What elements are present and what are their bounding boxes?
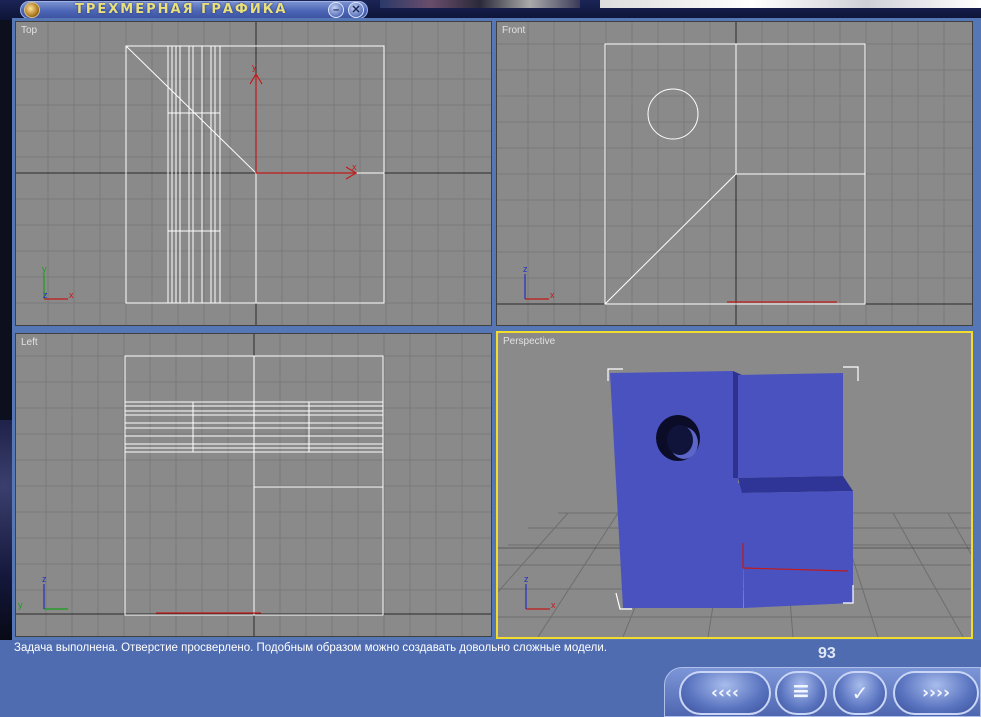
perspective-view-drawing <box>498 366 971 637</box>
viewport-label-perspective: Perspective <box>503 336 556 347</box>
top-view-drawing: x y <box>16 22 491 325</box>
title-bar: ТРЕХМЕРНАЯ ГРАФИКА – ✕ <box>0 0 981 20</box>
window-title: ТРЕХМЕРНАЯ ГРАФИКА <box>75 2 288 17</box>
forward-button[interactable]: ›››› <box>893 671 979 715</box>
left-axis-z-label: z <box>42 574 47 584</box>
check-button[interactable]: ✓ <box>833 671 887 715</box>
top-axis-y-label: y <box>42 264 47 274</box>
page-number: 93 <box>818 645 836 662</box>
app-icon[interactable] <box>24 2 40 18</box>
taskbar-thumbnails <box>380 0 580 8</box>
l-block-object <box>610 371 853 608</box>
back-button[interactable]: ‹‹‹‹ <box>679 671 771 715</box>
front-axis-x-label: x <box>550 290 555 300</box>
viewport-front[interactable]: Front x z <box>496 21 973 326</box>
perspective-axis-z-label: z <box>524 574 529 584</box>
taskbar-thumbnails-right <box>600 0 981 8</box>
front-axis-z-label: z <box>523 264 528 274</box>
viewport-label-top: Top <box>21 25 38 36</box>
left-view-drawing <box>16 334 491 636</box>
top-gizmo-y-label: y <box>252 62 257 72</box>
minimize-button[interactable]: – <box>328 2 344 18</box>
navigation-bar: ‹‹‹‹ ≡ ✓ ›››› <box>664 667 981 717</box>
viewport-label-front: Front <box>502 25 526 36</box>
perspective-axis-x-label: x <box>551 600 556 610</box>
top-axis-z-label: z <box>43 290 48 300</box>
menu-button[interactable]: ≡ <box>775 671 827 715</box>
left-axis-y-label: y <box>18 600 23 610</box>
viewport-label-left: Left <box>21 337 38 348</box>
front-view-drawing <box>497 22 972 325</box>
status-panel: Задача выполнена. Отверстие просверлено.… <box>0 640 981 717</box>
top-gizmo-x-label: x <box>352 162 357 172</box>
status-message: Задача выполнена. Отверстие просверлено.… <box>14 642 608 654</box>
viewport-top[interactable]: x y Top x y z <box>15 21 492 326</box>
viewport-perspective[interactable]: Perspective x z <box>496 331 973 639</box>
close-button[interactable]: ✕ <box>348 2 364 18</box>
viewport-left[interactable]: Left y z <box>15 333 492 637</box>
top-axis-x-label: x <box>69 290 74 300</box>
